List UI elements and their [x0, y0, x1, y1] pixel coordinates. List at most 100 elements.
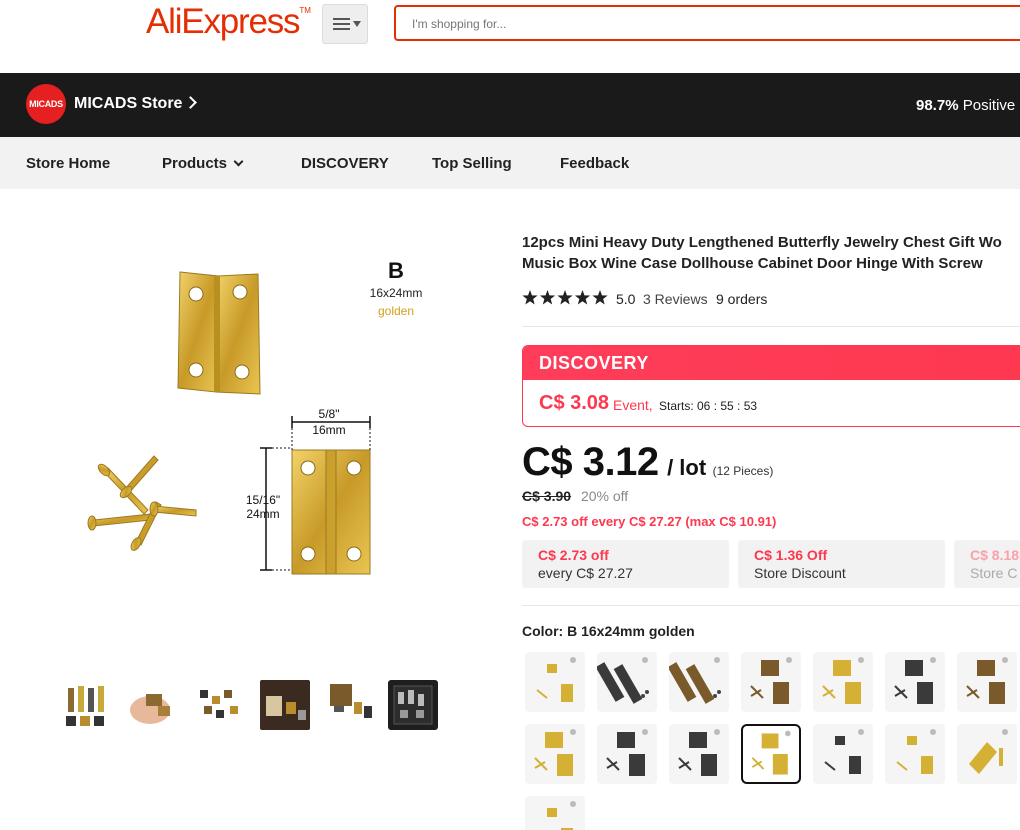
category-menu-button[interactable] — [322, 4, 368, 44]
swatch-thumbnail — [824, 729, 864, 774]
variant-letter: B — [388, 258, 404, 283]
main-product-image[interactable]: B 16x24mm golden 5/8" 16mm 15/16" 24mm — [30, 220, 500, 620]
thumbnail-5[interactable] — [326, 680, 376, 730]
search-input[interactable] — [412, 17, 992, 31]
coupon-amount: C$ 8.18 — [970, 547, 1020, 563]
thumbnail-1[interactable] — [62, 680, 112, 730]
chevron-down-icon — [233, 156, 244, 167]
swatch-thumbnail — [534, 729, 576, 776]
swatch-thumbnail — [894, 657, 936, 704]
coupon-card[interactable]: C$ 2.73 off every C$ 27.27 — [522, 540, 729, 588]
swatch-thumbnail — [896, 729, 936, 774]
coupon-card[interactable]: C$ 1.36 Off Store Discount — [738, 540, 945, 588]
coupon-condition: every C$ 27.27 — [538, 565, 633, 581]
lot-pieces: (12 Pieces) — [712, 464, 774, 478]
star-icon — [522, 290, 538, 305]
product-title: 12pcs Mini Heavy Duty Lengthened Butterf… — [522, 234, 1002, 272]
discount-percent: 20% off — [580, 488, 629, 504]
swatch-thumbnail — [678, 729, 720, 776]
coupon-line: C$ 2.73 off every C$ 27.27 (max C$ 10.91… — [522, 514, 777, 529]
reviews-link[interactable]: 3 Reviews — [643, 291, 708, 307]
star-icon — [539, 290, 556, 305]
thumbnail-6[interactable] — [388, 680, 438, 730]
star-icon — [557, 290, 573, 305]
color-swatch[interactable] — [525, 724, 585, 784]
color-swatch[interactable] — [957, 724, 1017, 784]
site-header: AliExpressTM — [0, 0, 1020, 73]
color-swatch[interactable] — [525, 652, 585, 712]
nav-discovery[interactable]: DISCOVERY — [301, 155, 389, 172]
size-label: 16x24mm — [370, 286, 423, 300]
width-mm: 16mm — [312, 423, 345, 437]
divider — [522, 326, 1020, 327]
store-bar: MICADS MICADS Store 98.7% Positive — [0, 73, 1020, 137]
thumbnail-4[interactable] — [260, 680, 310, 730]
nav-products[interactable]: Products — [162, 155, 244, 172]
price-block: C$ 3.12 / lot (12 Pieces) — [522, 440, 773, 485]
store-name-link[interactable]: MICADS Store — [74, 95, 182, 113]
coupon-amount: C$ 1.36 Off — [754, 547, 828, 563]
logo-trademark: TM — [299, 6, 311, 15]
star-icon — [574, 290, 591, 305]
color-label: Color: B 16x24mm golden — [522, 623, 695, 639]
color-swatch[interactable] — [669, 652, 729, 712]
color-caption: golden — [378, 304, 414, 318]
color-swatch[interactable] — [597, 652, 657, 712]
store-feedback-rating: 98.7% Positive — [916, 97, 1016, 114]
color-swatch[interactable] — [669, 724, 729, 784]
chevron-right-icon[interactable] — [184, 96, 197, 109]
aliexpress-logo[interactable]: AliExpressTM — [146, 2, 311, 42]
store-logo[interactable]: MICADS — [26, 84, 66, 124]
color-swatch[interactable] — [813, 652, 873, 712]
height-fraction: 15/16" — [246, 493, 280, 507]
swatch-thumbnail — [750, 657, 792, 704]
swatch-thumbnail — [966, 657, 1008, 704]
original-price-row: C$ 3.90 20% off — [522, 488, 628, 504]
hinge-photo-front — [291, 449, 371, 575]
swatch-thumbnail — [597, 657, 649, 704]
swatch-thumbnail — [606, 729, 648, 776]
coupon-condition: Store Discount — [754, 565, 846, 581]
coupon-card[interactable]: C$ 8.18 Store C — [954, 540, 1020, 588]
swatch-thumbnail — [536, 657, 576, 702]
nav-store-home[interactable]: Store Home — [26, 155, 110, 172]
event-price: C$ 3.08 — [539, 392, 610, 414]
event-label: Event, — [613, 397, 653, 413]
screws-photo — [87, 455, 197, 551]
hinge-photo-top — [177, 271, 261, 395]
hamburger-icon — [333, 18, 350, 30]
width-fraction: 5/8" — [319, 407, 340, 421]
swatch-thumbnail — [669, 657, 721, 704]
color-swatch[interactable] — [741, 652, 801, 712]
color-swatch[interactable] — [741, 724, 801, 784]
caret-down-icon — [353, 21, 361, 27]
original-price: C$ 3.90 — [522, 488, 572, 504]
color-swatch[interactable] — [597, 724, 657, 784]
discovery-event-box: DISCOVERY C$ 3.08 Event, Starts: 06 : 55… — [522, 345, 1020, 427]
color-swatch[interactable] — [813, 724, 873, 784]
color-swatch[interactable] — [957, 652, 1017, 712]
store-nav: Store Home Products DISCOVERY Top Sellin… — [0, 137, 1020, 189]
price-unit: / lot — [667, 455, 707, 480]
thumbnail-2[interactable] — [128, 680, 178, 730]
thumbnail-3[interactable] — [194, 680, 244, 730]
color-swatch[interactable] — [885, 652, 945, 712]
current-price: C$ 3.12 — [522, 440, 659, 484]
nav-top-selling[interactable]: Top Selling — [432, 155, 512, 172]
star-rating-icon — [522, 290, 608, 305]
color-swatch[interactable] — [885, 724, 945, 784]
coupon-condition: Store C — [970, 565, 1018, 581]
height-mm: 24mm — [246, 507, 279, 521]
orders-count: 9 orders — [716, 291, 768, 307]
event-countdown: Starts: 06 : 55 : 53 — [659, 399, 758, 413]
thumbnail-strip — [62, 680, 462, 730]
coupon-amount: C$ 2.73 off — [538, 547, 609, 563]
swatch-thumbnail — [822, 657, 864, 704]
swatch-thumbnail — [751, 730, 791, 775]
discovery-banner: DISCOVERY — [523, 346, 1020, 380]
discovery-label: DISCOVERY — [539, 353, 649, 373]
rating-value: 5.0 — [616, 291, 636, 307]
star-icon — [592, 290, 608, 305]
color-swatch[interactable] — [525, 796, 585, 830]
nav-feedback[interactable]: Feedback — [560, 155, 629, 172]
